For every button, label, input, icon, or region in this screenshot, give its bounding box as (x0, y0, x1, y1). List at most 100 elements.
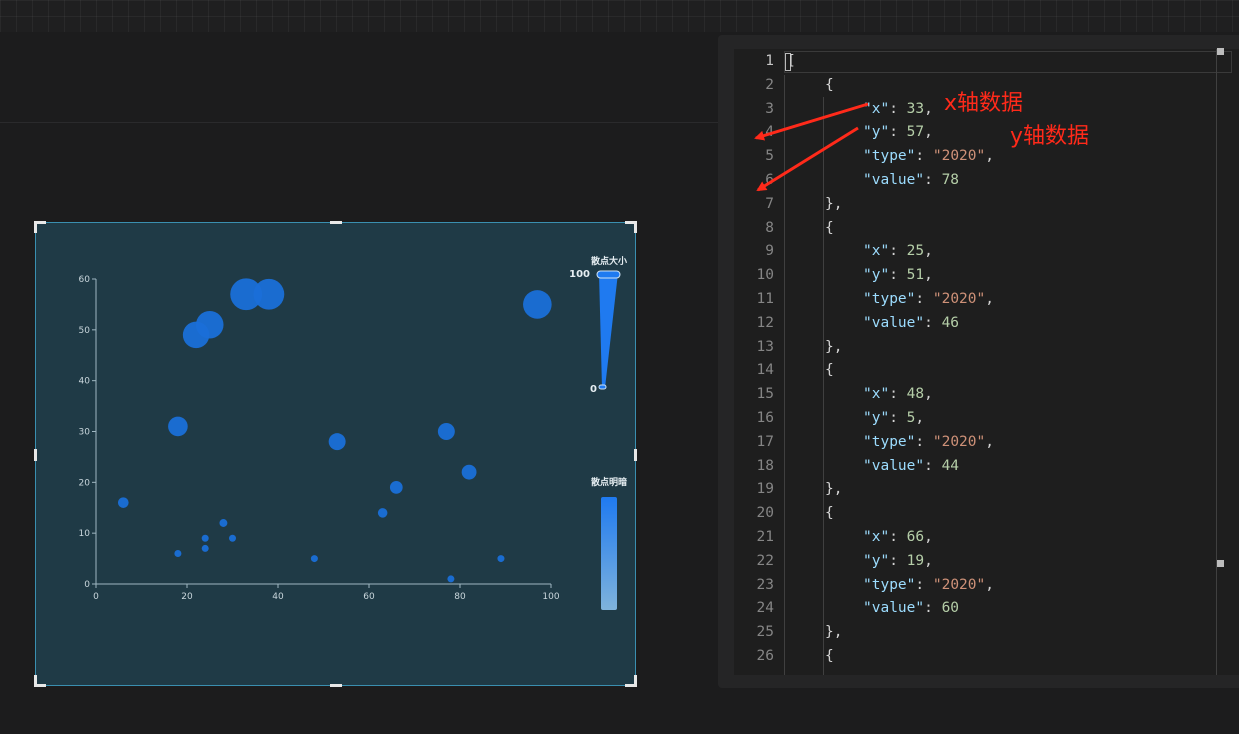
scrollbar-marker-top[interactable] (1217, 48, 1224, 55)
scatter-point[interactable] (182, 321, 210, 349)
line-number: 2 (765, 76, 774, 93)
code-line[interactable]: 15 "x": 48, (734, 383, 1239, 407)
code-line[interactable]: 23 "type": "2020", (734, 574, 1239, 598)
resize-handle-right[interactable] (634, 449, 637, 461)
code-line[interactable]: 16 "y": 5, (734, 407, 1239, 431)
code-token: : (889, 124, 907, 141)
code-token: "y" (863, 410, 890, 426)
code-token: "value" (863, 600, 925, 617)
code-token: 51 (906, 267, 925, 284)
scatter-point[interactable] (201, 544, 209, 552)
annotation-y-label: y轴数据 (1010, 124, 1090, 149)
code-line[interactable]: 6 "value": 78 (734, 169, 1239, 193)
divider-line (0, 122, 720, 123)
scatter-point[interactable] (497, 555, 505, 563)
code-token: "value" (863, 457, 925, 474)
code-line[interactable]: 8{ (734, 217, 1239, 241)
scatter-point[interactable] (328, 433, 346, 451)
code-line[interactable]: 5 "type": "2020", (734, 145, 1239, 169)
line-number: 22 (756, 552, 774, 569)
code-line[interactable]: 26 { (734, 645, 1239, 669)
scatter-point[interactable] (219, 519, 228, 527)
code-token: , (985, 433, 994, 450)
y-tick-label: 30 (79, 428, 91, 438)
scatter-point[interactable] (389, 481, 403, 494)
x-tick-label: 0 (93, 592, 99, 602)
code-token: 48 (906, 386, 925, 403)
resize-handle-left[interactable] (34, 449, 37, 461)
scatter-point[interactable] (229, 534, 236, 542)
scrollbar-marker[interactable] (1217, 560, 1224, 567)
scatter-point[interactable] (174, 550, 182, 557)
code-token: "2020" (932, 576, 986, 593)
code-text: "x": 25, (863, 240, 933, 264)
code-line[interactable]: 11 "type": "2020", (734, 288, 1239, 312)
code-token: { (825, 505, 834, 522)
code-token: "2020" (932, 148, 986, 165)
code-line[interactable]: 24 "value": 60 (734, 597, 1239, 621)
code-line[interactable]: 10 "y": 51, (734, 264, 1239, 288)
code-token: : (889, 529, 907, 545)
code-line[interactable]: 17 "type": "2020", (734, 431, 1239, 455)
scatter-point[interactable] (377, 508, 388, 518)
code-line[interactable]: 13}, (734, 336, 1239, 360)
code-token: : (924, 172, 942, 188)
y-tick-label: 50 (79, 326, 91, 336)
scatter-chart-widget[interactable]: 0 20 40 60 80 100 0 10 20 30 40 50 60 散点大小 100 0 散点明暗 (34, 221, 637, 687)
scatter-point[interactable] (437, 423, 455, 440)
resize-handle-top-left[interactable] (34, 221, 46, 233)
line-number: 20 (756, 505, 774, 522)
code-line[interactable]: 7}, (734, 193, 1239, 217)
scatter-point[interactable] (523, 290, 552, 319)
scatter-chart: 0 20 40 60 80 1000102030405060散点大小1000散点明暗 (79, 255, 627, 610)
code-token: : (924, 457, 942, 474)
resize-handle-bottom-right[interactable] (625, 675, 637, 687)
visual-map-size-handle-min[interactable] (598, 384, 607, 390)
code-text: "y": 51, (863, 264, 933, 288)
visual-map-size-handle-max[interactable] (596, 270, 621, 279)
scatter-point[interactable] (118, 497, 129, 508)
resize-handle-top-right[interactable] (625, 221, 637, 233)
code-line[interactable]: 25}, (734, 621, 1239, 645)
code-text: "value": 44 (863, 455, 959, 479)
line-number: 26 (756, 648, 774, 664)
code-line[interactable]: 4 "y": 57, (734, 121, 1239, 145)
code-line[interactable]: 9 "x": 25, (734, 240, 1239, 264)
code-token: }, (825, 338, 843, 355)
code-line[interactable]: 20 { (734, 502, 1239, 526)
code-text: "x": 66, (863, 526, 933, 550)
scatter-point[interactable] (447, 575, 455, 583)
code-line[interactable]: 1[ (734, 50, 1239, 74)
x-tick-label: 60 (363, 592, 375, 602)
scatter-point[interactable] (168, 416, 188, 437)
code-line[interactable]: 19}, (734, 478, 1239, 502)
code-text: { (825, 359, 834, 383)
resize-handle-bottom[interactable] (330, 684, 342, 687)
code-token: , (924, 243, 933, 260)
code-line[interactable]: 14 { (734, 359, 1239, 383)
code-text: "y": 5, (863, 407, 924, 431)
scatter-point[interactable] (310, 555, 318, 563)
code-token: : (889, 386, 907, 403)
code-line[interactable]: 21 "x": 66, (734, 526, 1239, 550)
scatter-point[interactable] (201, 534, 209, 542)
line-number: 19 (756, 481, 774, 498)
visual-map-opacity-bar[interactable] (601, 497, 617, 610)
code-line[interactable]: 22 "y": 19, (734, 550, 1239, 574)
resize-handle-top[interactable] (330, 221, 342, 224)
code-token: "x" (863, 529, 890, 545)
code-line[interactable]: 18 "value": 44 (734, 455, 1239, 479)
resize-handle-bottom-left[interactable] (34, 675, 46, 687)
code-token: "2020" (932, 433, 986, 450)
code-line[interactable]: 12 "value": 46 (734, 312, 1239, 336)
code-token: "type" (863, 148, 916, 165)
scatter-point[interactable] (253, 278, 285, 310)
code-token: 25 (906, 243, 925, 260)
code-token: 78 (941, 172, 960, 188)
code-token: : (889, 410, 907, 426)
code-token: , (924, 100, 933, 117)
code-token: : (915, 148, 933, 165)
code-editor[interactable]: 1[2{3 "x": 33, 4 "y": 57, 5 "type": "2020", 6 "… (734, 49, 1239, 675)
visual-map-size-bar (599, 273, 618, 388)
scatter-point[interactable] (461, 464, 477, 480)
